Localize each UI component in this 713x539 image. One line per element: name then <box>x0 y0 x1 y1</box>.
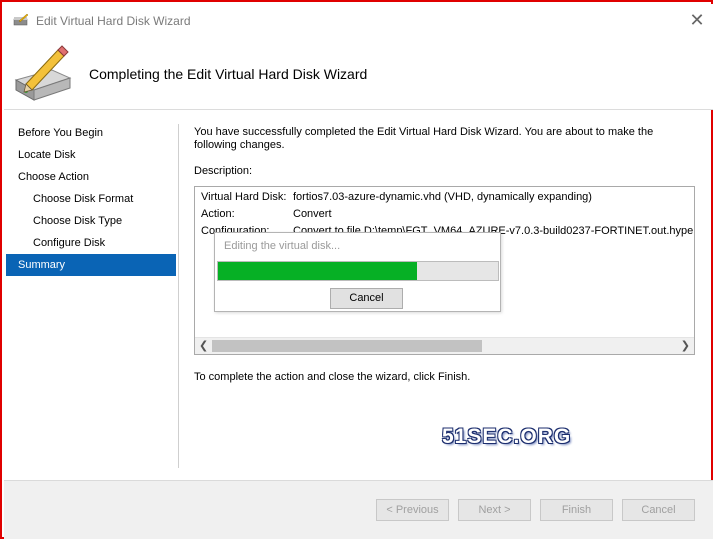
disk-pencil-icon <box>13 13 29 26</box>
nav-item-summary[interactable]: Summary <box>6 254 176 276</box>
nav-divider <box>178 124 179 468</box>
page-heading: Completing the Edit Virtual Hard Disk Wi… <box>89 66 368 82</box>
description-row: Virtual Hard Disk: fortios7.03-azure-dyna… <box>201 191 592 203</box>
watermark: 51SEC.ORG <box>442 425 572 448</box>
next-button[interactable]: Next > <box>458 499 531 521</box>
cancel-button[interactable]: Cancel <box>622 499 695 521</box>
finish-instruction: To complete the action and close the wiz… <box>194 371 471 383</box>
progress-bar <box>217 261 499 281</box>
nav-item-configure-disk[interactable]: Configure Disk <box>6 232 176 254</box>
progress-bar-fill <box>218 262 417 280</box>
scrollbar-thumb[interactable] <box>212 340 482 352</box>
nav-item-choose-disk-format[interactable]: Choose Disk Format <box>6 188 176 210</box>
description-row: Action: Convert <box>201 208 332 220</box>
horizontal-scrollbar[interactable]: ❮ ❯ <box>195 337 694 354</box>
virtual-disk-edit-icon <box>14 45 72 101</box>
description-key: Virtual Hard Disk: <box>201 191 287 203</box>
progress-dialog: Editing the virtual disk... Cancel <box>214 232 501 312</box>
description-value: fortios7.03-azure-dynamic.vhd (VHD, dyna… <box>293 191 592 203</box>
wizard-header: Completing the Edit Virtual Hard Disk Wi… <box>4 36 713 110</box>
progress-cancel-button[interactable]: Cancel <box>330 288 403 309</box>
nav-item-choose-action[interactable]: Choose Action <box>6 166 176 188</box>
wizard-window: Edit Virtual Hard Disk Wizard ✕ Completi… <box>0 0 713 539</box>
description-label: Description: <box>194 165 253 177</box>
previous-button[interactable]: < Previous <box>376 499 449 521</box>
scroll-left-icon[interactable]: ❮ <box>199 339 208 352</box>
close-icon[interactable]: ✕ <box>686 10 708 32</box>
nav-item-choose-disk-type[interactable]: Choose Disk Type <box>6 210 176 232</box>
wizard-steps-nav: Before You Begin Locate Disk Choose Acti… <box>6 122 176 276</box>
finish-button[interactable]: Finish <box>540 499 613 521</box>
description-key: Action: <box>201 208 235 220</box>
summary-content: You have successfully completed the Edit… <box>194 126 699 177</box>
nav-item-before-you-begin[interactable]: Before You Begin <box>6 122 176 144</box>
intro-text: You have successfully completed the Edit… <box>194 126 654 151</box>
nav-item-locate-disk[interactable]: Locate Disk <box>6 144 176 166</box>
description-value: Convert <box>293 208 332 220</box>
scroll-right-icon[interactable]: ❯ <box>681 339 690 352</box>
window-title: Edit Virtual Hard Disk Wizard <box>36 14 191 28</box>
title-bar: Edit Virtual Hard Disk Wizard ✕ <box>4 4 713 36</box>
progress-title: Editing the virtual disk... <box>224 240 341 252</box>
button-bar: < Previous Next > Finish Cancel <box>4 480 713 539</box>
